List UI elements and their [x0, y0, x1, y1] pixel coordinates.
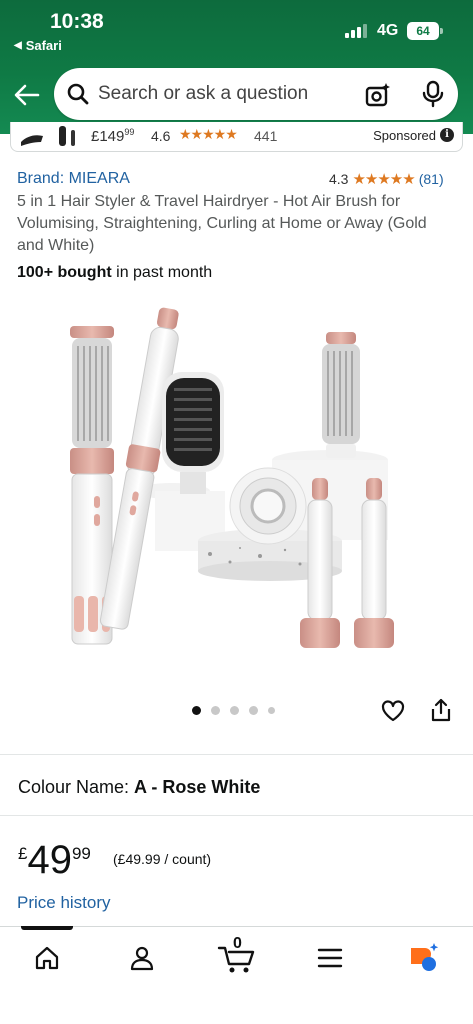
bought-in-past-month: 100+ bought in past month [17, 264, 212, 282]
active-tab-indicator [21, 926, 73, 930]
rating-count: (81) [418, 171, 444, 187]
back-arrow-icon[interactable] [12, 80, 42, 110]
price-currency: £ [18, 844, 28, 863]
carousel-dot-1[interactable] [192, 706, 201, 715]
product-price: £ 49 99 [18, 838, 91, 882]
search-input[interactable] [98, 78, 348, 110]
divider [0, 815, 473, 816]
image-carousel-dots[interactable] [192, 706, 275, 715]
colour-name: Colour Name: A - Rose White [18, 777, 260, 798]
carousel-dot-2[interactable] [211, 706, 220, 715]
microphone-icon[interactable] [420, 80, 446, 113]
unit-price: (£49.99 / count) [113, 851, 212, 867]
product-image[interactable] [60, 296, 420, 666]
sponsored-product-strip[interactable]: £14999 4.6 ★★★★★ 441 Sponsored i [10, 122, 463, 152]
product-page: 10:38 ◀ Safari 4G 64 Search or ask a que… [0, 0, 473, 1024]
rating-value: 4.3 [329, 171, 349, 187]
status-bar: 10:38 ◀ Safari 4G 64 [0, 0, 473, 60]
brand-link[interactable]: Brand: MIEARA [17, 170, 130, 188]
divider [0, 754, 473, 755]
bought-rest: in past month [111, 264, 213, 281]
account-icon[interactable] [122, 941, 162, 975]
info-icon[interactable]: i [440, 128, 454, 142]
price-history-link[interactable]: Price history [17, 893, 111, 913]
colour-label: Colour Name: [18, 777, 135, 797]
rufus-assistant-icon[interactable] [404, 941, 444, 975]
colour-value: A - Rose White [134, 777, 261, 797]
back-to-safari-link[interactable]: ◀ Safari [14, 38, 62, 53]
app-header: 10:38 ◀ Safari 4G 64 [0, 0, 473, 134]
search-icon [66, 82, 90, 111]
sponsored-label: Sponsored [373, 128, 436, 143]
product-title: 5 in 1 Hair Styler & Travel Hairdryer - … [17, 193, 427, 254]
sponsored-stars: ★★★★★ [179, 126, 238, 142]
heart-icon[interactable] [380, 698, 406, 729]
signal-strength-icon [345, 24, 367, 38]
price-whole: 49 [27, 838, 72, 882]
rating-stars: ★★★★★ [352, 171, 415, 188]
bottom-navigation: 0 [0, 926, 473, 1024]
back-triangle-icon: ◀ [14, 40, 22, 51]
camera-search-icon[interactable] [364, 81, 392, 114]
carousel-dot-4[interactable] [249, 706, 258, 715]
battery-icon: 64 [407, 22, 443, 40]
product-rating[interactable]: 4.3 ★★★★★ (81) [329, 170, 444, 188]
home-icon[interactable] [27, 941, 67, 975]
status-time: 10:38 [50, 10, 104, 33]
search-bar[interactable] [54, 68, 458, 120]
carousel-dot-5[interactable] [268, 707, 275, 714]
sponsored-thumbnail [19, 124, 79, 155]
sponsored-review-count: 441 [254, 128, 278, 144]
sponsored-rating: 4.6 [151, 128, 171, 144]
sponsored-price: £14999 [91, 127, 135, 145]
cart-icon[interactable]: 0 [214, 935, 260, 975]
share-icon[interactable] [429, 697, 453, 728]
cart-count: 0 [233, 935, 242, 952]
back-app-label: Safari [25, 38, 62, 53]
bought-count: 100+ bought [17, 264, 112, 281]
network-type: 4G [377, 22, 399, 39]
price-fraction: 99 [71, 844, 91, 863]
menu-icon[interactable] [310, 941, 350, 975]
carousel-dot-3[interactable] [230, 706, 239, 715]
